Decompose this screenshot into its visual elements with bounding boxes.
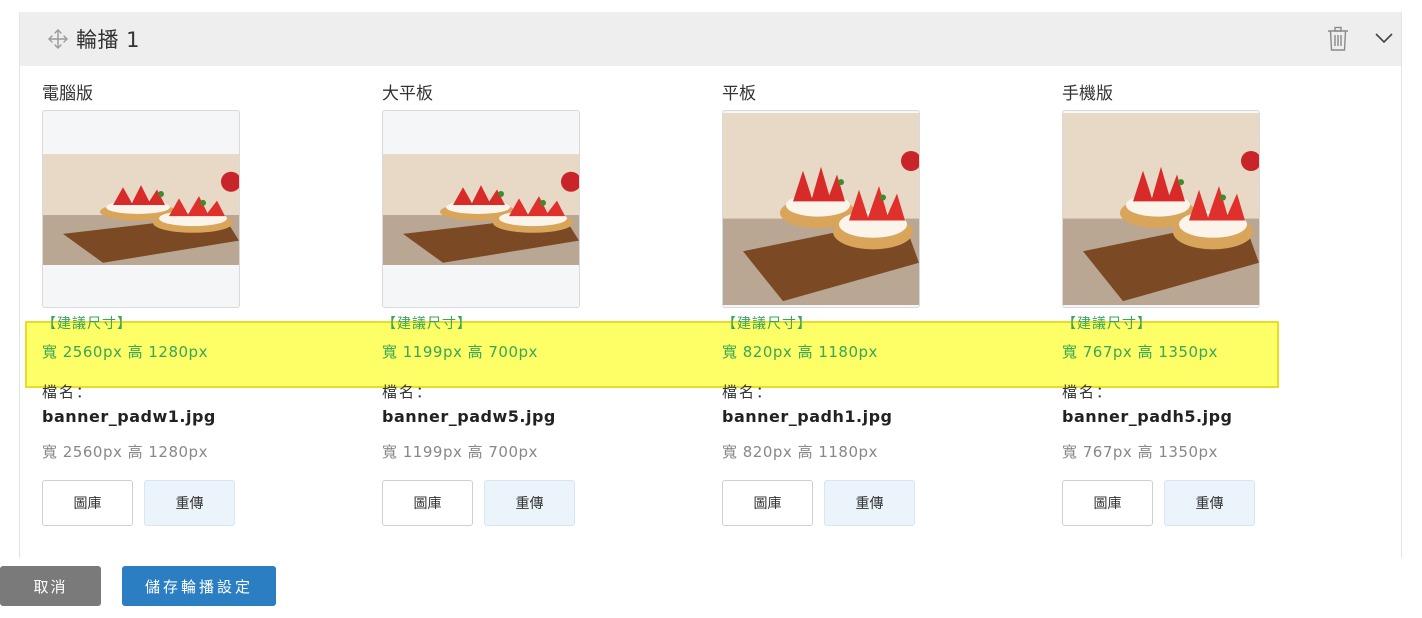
chevron-down-icon[interactable] <box>1373 30 1395 46</box>
image-column: 手機版【建議尺寸】寬 767px 高 1350px 檔名： banner_padh5… <box>1062 0 1362 618</box>
image-column: 大平板【建議尺寸】寬 1199px 高 700px 檔名： banner_padw5… <box>382 0 682 618</box>
filename-label: 檔名： <box>382 383 434 401</box>
suggested-size-value: 寬 2560px 高 1280px <box>42 343 208 361</box>
device-label: 平板 <box>722 84 756 104</box>
image-column: 電腦版【建議尺寸】寬 2560px 高 1280px 檔名： banner_padw… <box>42 0 342 618</box>
device-label: 大平板 <box>382 84 433 104</box>
image-thumbnail[interactable] <box>722 110 920 308</box>
suggested-size-value: 寬 1199px 高 700px <box>382 343 538 361</box>
filename: banner_padw1.jpg <box>42 407 216 426</box>
filename: banner_padw5.jpg <box>382 407 556 426</box>
gallery-button[interactable]: 圖庫 <box>382 480 473 526</box>
suggested-size-value: 寬 820px 高 1180px <box>722 343 878 361</box>
gallery-button[interactable]: 圖庫 <box>42 480 133 526</box>
save-carousel-button[interactable]: 儲存輪播設定 <box>122 566 276 606</box>
file-dimensions: 寬 820px 高 1180px <box>722 443 878 461</box>
device-label: 電腦版 <box>42 84 93 104</box>
reupload-button[interactable]: 重傳 <box>1164 480 1255 526</box>
file-dimensions: 寬 2560px 高 1280px <box>42 443 208 461</box>
reupload-button[interactable]: 重傳 <box>484 480 575 526</box>
image-thumbnail[interactable] <box>42 110 240 308</box>
image-thumbnail[interactable] <box>1062 110 1260 308</box>
filename-label: 檔名： <box>722 383 774 401</box>
gallery-button[interactable]: 圖庫 <box>722 480 813 526</box>
filename: banner_padh1.jpg <box>722 407 893 426</box>
suggested-size-title: 【建議尺寸】 <box>1062 316 1152 332</box>
cancel-button[interactable]: 取消 <box>0 566 101 606</box>
gallery-button[interactable]: 圖庫 <box>1062 480 1153 526</box>
suggested-size-title: 【建議尺寸】 <box>382 316 472 332</box>
device-label: 手機版 <box>1062 84 1113 104</box>
filename: banner_padh5.jpg <box>1062 407 1233 426</box>
image-column: 平板【建議尺寸】寬 820px 高 1180px 檔名： banner_padh1.… <box>722 0 1022 618</box>
suggested-size-title: 【建議尺寸】 <box>42 316 132 332</box>
suggested-size-title: 【建議尺寸】 <box>722 316 812 332</box>
file-dimensions: 寬 1199px 高 700px <box>382 443 538 461</box>
file-dimensions: 寬 767px 高 1350px <box>1062 443 1218 461</box>
reupload-button[interactable]: 重傳 <box>144 480 235 526</box>
suggested-size-value: 寬 767px 高 1350px <box>1062 343 1218 361</box>
filename-label: 檔名： <box>1062 383 1114 401</box>
reupload-button[interactable]: 重傳 <box>824 480 915 526</box>
filename-label: 檔名： <box>42 383 94 401</box>
image-thumbnail[interactable] <box>382 110 580 308</box>
